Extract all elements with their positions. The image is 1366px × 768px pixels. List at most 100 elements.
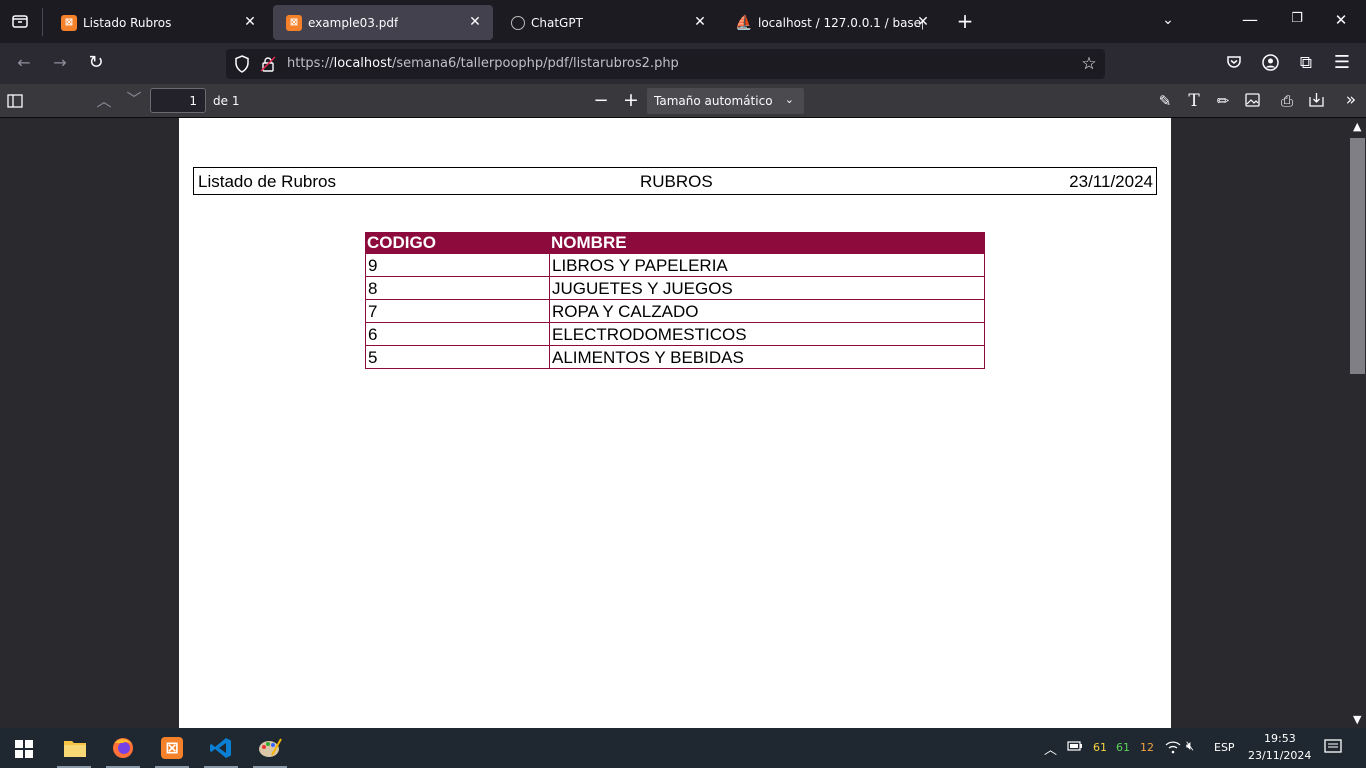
phpmyadmin-icon: ⛵ — [735, 14, 753, 31]
previous-page-icon[interactable]: ︿ — [94, 90, 114, 111]
table-row: 5 ALIMENTOS Y BEBIDAS — [365, 345, 985, 369]
url-text[interactable]: https://localhost/semana6/tallerpoophp/p… — [287, 56, 679, 71]
zoom-in-icon[interactable]: + — [622, 89, 640, 111]
restore-icon[interactable]: ❐ — [1287, 11, 1307, 26]
language-indicator[interactable]: ESP — [1214, 741, 1235, 754]
table-cell: JUGUETES Y JUEGOS — [549, 276, 985, 300]
page-total: de 1 — [213, 94, 240, 108]
wifi-icon[interactable] — [1165, 740, 1181, 757]
table-row: 8 JUGUETES Y JUEGOS — [365, 276, 985, 300]
url-prefix: https:// — [287, 56, 334, 71]
taskbar: ⊠ ︿ 61 61 12 🔇︎ ESP 19:53 23/11/2024 — [0, 728, 1366, 768]
pdf-toolbar: ︿ ﹀ 1 de 1 − + Tamaño automático ⌄ ✎ T ✏… — [0, 84, 1366, 118]
print-icon[interactable]: ⎙ — [1277, 92, 1297, 110]
url-bar[interactable]: https://localhost/semana6/tallerpoophp/p… — [226, 49, 1105, 79]
highlight-icon[interactable]: ✎ — [1155, 92, 1175, 110]
column-header: NOMBRE — [549, 232, 985, 254]
table-row: 6 ELECTRODOMESTICOS — [365, 322, 985, 346]
table-cell: 9 — [365, 253, 550, 277]
tab-example03-pdf[interactable]: ⊠ example03.pdf ✕ — [273, 5, 493, 40]
xampp-icon[interactable]: ⊠ — [152, 733, 192, 768]
url-path: /semana6/tallerpoophp/pdf/listarubros2.p… — [391, 56, 679, 71]
text-tool-icon[interactable]: T — [1184, 91, 1204, 111]
rubros-table: CODIGO NOMBRE 9 LIBROS Y PAPELERIA 8 JUGUE… — [365, 232, 985, 369]
header-date: 23/11/2024 — [1069, 172, 1153, 191]
next-page-icon[interactable]: ﹀ — [124, 88, 144, 109]
tab-title: Listado Rubros — [83, 15, 172, 30]
table-cell: ALIMENTOS Y BEBIDAS — [549, 345, 985, 369]
close-window-icon[interactable]: ✕ — [1331, 11, 1351, 29]
table-cell: ROPA Y CALZADO — [549, 299, 985, 323]
clock-date[interactable]: 23/11/2024 — [1248, 749, 1311, 762]
tab-title: localhost / 127.0.0.1 / basepoo2 — [758, 15, 923, 30]
close-tab-icon[interactable]: ✕ — [692, 14, 708, 30]
forward-arrow-icon[interactable]: → — [50, 53, 70, 72]
tab-title: example03.pdf — [308, 15, 399, 30]
zoom-value: Tamaño automático — [654, 94, 773, 108]
chevron-down-icon: ⌄ — [784, 93, 794, 106]
close-tab-icon[interactable]: ✕ — [467, 14, 483, 30]
zoom-out-icon[interactable]: − — [592, 90, 610, 111]
lock-warning-icon[interactable] — [260, 56, 276, 76]
save-icon[interactable] — [1306, 92, 1326, 111]
column-header: CODIGO — [365, 232, 550, 254]
table-row: 9 LIBROS Y PAPELERIA — [365, 253, 985, 277]
firefox-icon[interactable] — [103, 733, 143, 768]
reload-icon[interactable]: ↻ — [86, 52, 106, 73]
pdf-viewer[interactable]: Listado de Rubros RUBROS 23/11/2024 CODI… — [0, 118, 1366, 728]
chatgpt-icon — [511, 15, 525, 30]
tab-strip: ⊠ Listado Rubros ✕ ⊠ example03.pdf ✕ Cha… — [0, 0, 1366, 43]
shield-icon[interactable] — [234, 55, 250, 77]
zoom-select[interactable]: Tamaño automático ⌄ — [647, 88, 804, 114]
scrollbar-thumb[interactable] — [1350, 138, 1365, 374]
more-tools-icon[interactable]: » — [1341, 90, 1361, 110]
tab-listado-rubros[interactable]: ⊠ Listado Rubros ✕ — [48, 5, 268, 40]
page-number-input[interactable]: 1 — [150, 88, 206, 113]
tray-value: 61 — [1093, 741, 1107, 754]
minimize-icon[interactable]: — — [1240, 10, 1260, 29]
xampp-icon: ⊠ — [61, 14, 77, 31]
back-arrow-icon[interactable]: ← — [14, 53, 34, 72]
scroll-down-icon[interactable]: ▼ — [1353, 713, 1361, 726]
tab-chatgpt[interactable]: ChatGPT ✕ — [498, 5, 718, 40]
navigation-bar: ← → ↻ https://localhost/semana6/tallerpo… — [0, 43, 1366, 84]
table-cell: 5 — [365, 345, 550, 369]
document-header: Listado de Rubros RUBROS 23/11/2024 — [193, 167, 1157, 195]
table-cell: ELECTRODOMESTICOS — [549, 322, 985, 346]
bookmark-star-icon[interactable]: ☆ — [1079, 54, 1099, 74]
close-tab-icon[interactable]: ✕ — [915, 14, 931, 30]
battery-icon[interactable] — [1067, 740, 1083, 755]
notification-icon[interactable] — [1324, 739, 1342, 758]
close-tab-icon[interactable]: ✕ — [242, 14, 258, 30]
clock-time[interactable]: 19:53 — [1264, 732, 1296, 745]
new-tab-icon[interactable]: + — [955, 11, 975, 31]
tab-list-icon[interactable] — [10, 13, 30, 31]
xampp-icon: ⊠ — [286, 14, 302, 31]
draw-icon[interactable]: ✏ — [1213, 92, 1233, 110]
table-cell: 7 — [365, 299, 550, 323]
table-row: 7 ROPA Y CALZADO — [365, 299, 985, 323]
tab-phpmyadmin[interactable]: ⛵ localhost / 127.0.0.1 / basepoo2 ✕ — [723, 5, 943, 40]
pdf-page: Listado de Rubros RUBROS 23/11/2024 CODI… — [179, 118, 1171, 728]
tray-value: 61 — [1116, 741, 1130, 754]
paint-icon[interactable] — [250, 733, 290, 768]
chevron-down-icon[interactable]: ⌄ — [1158, 12, 1178, 28]
sidebar-toggle-icon[interactable] — [6, 93, 24, 112]
table-header-row: CODIGO NOMBRE — [365, 232, 985, 254]
file-explorer-icon[interactable] — [54, 733, 94, 768]
vscode-icon[interactable] — [201, 733, 241, 768]
tray-value: 12 — [1140, 741, 1154, 754]
scroll-up-icon[interactable]: ▲ — [1353, 120, 1361, 133]
menu-icon[interactable]: ☰ — [1332, 52, 1352, 73]
speaker-muted-icon[interactable]: 🔇︎ — [1186, 739, 1194, 754]
pocket-icon[interactable] — [1224, 54, 1244, 74]
table-cell: LIBROS Y PAPELERIA — [549, 253, 985, 277]
extensions-icon[interactable]: ⧉ — [1296, 53, 1316, 73]
account-icon[interactable] — [1260, 54, 1280, 75]
tab-title: ChatGPT — [531, 15, 583, 30]
table-cell: 6 — [365, 322, 550, 346]
image-icon[interactable] — [1242, 92, 1262, 111]
windows-start-icon[interactable] — [15, 740, 33, 762]
chevron-up-icon[interactable]: ︿ — [1044, 739, 1057, 758]
header-left-title: Listado de Rubros — [198, 172, 336, 191]
